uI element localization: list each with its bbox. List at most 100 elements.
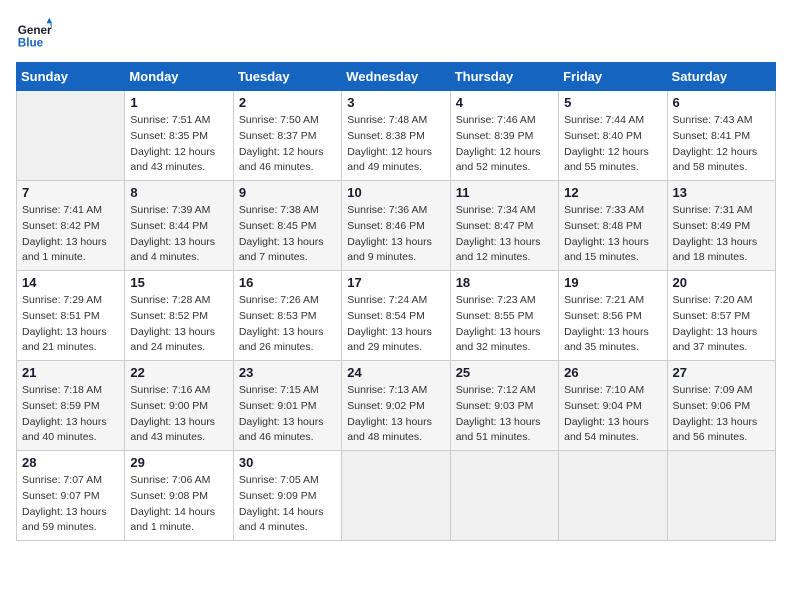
- day-number: 14: [22, 275, 119, 290]
- day-number: 1: [130, 95, 227, 110]
- day-number: 20: [673, 275, 770, 290]
- calendar-cell: [450, 451, 558, 541]
- day-info: Sunrise: 7:50 AM Sunset: 8:37 PM Dayligh…: [239, 113, 336, 176]
- day-number: 27: [673, 365, 770, 380]
- day-info: Sunrise: 7:24 AM Sunset: 8:54 PM Dayligh…: [347, 293, 444, 356]
- day-number: 6: [673, 95, 770, 110]
- calendar-cell: 1 Sunrise: 7:51 AM Sunset: 8:35 PM Daylig…: [125, 91, 233, 181]
- calendar-table: SundayMondayTuesdayWednesdayThursdayFrid…: [16, 62, 776, 541]
- calendar-cell: 15 Sunrise: 7:28 AM Sunset: 8:52 PM Dayli…: [125, 271, 233, 361]
- svg-text:Blue: Blue: [18, 37, 44, 50]
- day-number: 13: [673, 185, 770, 200]
- day-info: Sunrise: 7:23 AM Sunset: 8:55 PM Dayligh…: [456, 293, 553, 356]
- day-info: Sunrise: 7:48 AM Sunset: 8:38 PM Dayligh…: [347, 113, 444, 176]
- calendar-cell: 8 Sunrise: 7:39 AM Sunset: 8:44 PM Daylig…: [125, 181, 233, 271]
- calendar-cell: 3 Sunrise: 7:48 AM Sunset: 8:38 PM Daylig…: [342, 91, 450, 181]
- calendar-cell: 24 Sunrise: 7:13 AM Sunset: 9:02 PM Dayli…: [342, 361, 450, 451]
- day-info: Sunrise: 7:13 AM Sunset: 9:02 PM Dayligh…: [347, 383, 444, 446]
- calendar-cell: [559, 451, 667, 541]
- day-number: 30: [239, 455, 336, 470]
- calendar-header: SundayMondayTuesdayWednesdayThursdayFrid…: [17, 63, 776, 91]
- week-row-3: 14 Sunrise: 7:29 AM Sunset: 8:51 PM Dayli…: [17, 271, 776, 361]
- day-info: Sunrise: 7:39 AM Sunset: 8:44 PM Dayligh…: [130, 203, 227, 266]
- day-info: Sunrise: 7:20 AM Sunset: 8:57 PM Dayligh…: [673, 293, 770, 356]
- calendar-cell: 4Sunrise: 7:46 AM Sunset: 8:39 PM Daylig…: [450, 91, 558, 181]
- calendar-cell: 5 Sunrise: 7:44 AM Sunset: 8:40 PM Daylig…: [559, 91, 667, 181]
- day-number: 9: [239, 185, 336, 200]
- day-info: Sunrise: 7:33 AM Sunset: 8:48 PM Dayligh…: [564, 203, 661, 266]
- day-info: Sunrise: 7:51 AM Sunset: 8:35 PM Dayligh…: [130, 113, 227, 176]
- day-number: 25: [456, 365, 553, 380]
- page-header: General Blue: [16, 16, 776, 52]
- calendar-cell: 26Sunrise: 7:10 AM Sunset: 9:04 PM Dayli…: [559, 361, 667, 451]
- calendar-body: 1 Sunrise: 7:51 AM Sunset: 8:35 PM Daylig…: [17, 91, 776, 541]
- day-number: 19: [564, 275, 661, 290]
- calendar-cell: [17, 91, 125, 181]
- day-number: 5: [564, 95, 661, 110]
- header-day-thursday: Thursday: [450, 63, 558, 91]
- day-number: 21: [22, 365, 119, 380]
- day-number: 29: [130, 455, 227, 470]
- calendar-cell: 29 Sunrise: 7:06 AM Sunset: 9:08 PM Dayli…: [125, 451, 233, 541]
- day-info: Sunrise: 7:31 AM Sunset: 8:49 PM Dayligh…: [673, 203, 770, 266]
- day-info: Sunrise: 7:05 AM Sunset: 9:09 PM Dayligh…: [239, 473, 336, 536]
- week-row-1: 1 Sunrise: 7:51 AM Sunset: 8:35 PM Daylig…: [17, 91, 776, 181]
- calendar-cell: 27Sunrise: 7:09 AM Sunset: 9:06 PM Dayli…: [667, 361, 775, 451]
- day-number: 7: [22, 185, 119, 200]
- day-number: 15: [130, 275, 227, 290]
- calendar-cell: 28 Sunrise: 7:07 AM Sunset: 9:07 PM Dayli…: [17, 451, 125, 541]
- calendar-cell: 22Sunrise: 7:16 AM Sunset: 9:00 PM Dayli…: [125, 361, 233, 451]
- logo-icon: General Blue: [16, 16, 52, 52]
- day-info: Sunrise: 7:26 AM Sunset: 8:53 PM Dayligh…: [239, 293, 336, 356]
- day-number: 28: [22, 455, 119, 470]
- day-info: Sunrise: 7:18 AM Sunset: 8:59 PM Dayligh…: [22, 383, 119, 446]
- day-info: Sunrise: 7:29 AM Sunset: 8:51 PM Dayligh…: [22, 293, 119, 356]
- day-number: 26: [564, 365, 661, 380]
- day-info: Sunrise: 7:38 AM Sunset: 8:45 PM Dayligh…: [239, 203, 336, 266]
- day-info: Sunrise: 7:16 AM Sunset: 9:00 PM Dayligh…: [130, 383, 227, 446]
- calendar-cell: 16 Sunrise: 7:26 AM Sunset: 8:53 PM Dayli…: [233, 271, 341, 361]
- week-row-4: 21 Sunrise: 7:18 AM Sunset: 8:59 PM Dayli…: [17, 361, 776, 451]
- calendar-cell: 19 Sunrise: 7:21 AM Sunset: 8:56 PM Dayli…: [559, 271, 667, 361]
- day-number: 23: [239, 365, 336, 380]
- header-day-monday: Monday: [125, 63, 233, 91]
- day-info: Sunrise: 7:12 AM Sunset: 9:03 PM Dayligh…: [456, 383, 553, 446]
- calendar-cell: 23Sunrise: 7:15 AM Sunset: 9:01 PM Dayli…: [233, 361, 341, 451]
- calendar-cell: 21 Sunrise: 7:18 AM Sunset: 8:59 PM Dayli…: [17, 361, 125, 451]
- day-info: Sunrise: 7:43 AM Sunset: 8:41 PM Dayligh…: [673, 113, 770, 176]
- day-number: 11: [456, 185, 553, 200]
- header-day-saturday: Saturday: [667, 63, 775, 91]
- calendar-cell: [342, 451, 450, 541]
- header-day-friday: Friday: [559, 63, 667, 91]
- day-number: 2: [239, 95, 336, 110]
- day-number: 4: [456, 95, 553, 110]
- calendar-cell: [667, 451, 775, 541]
- day-number: 8: [130, 185, 227, 200]
- calendar-cell: 7 Sunrise: 7:41 AM Sunset: 8:42 PM Daylig…: [17, 181, 125, 271]
- day-info: Sunrise: 7:07 AM Sunset: 9:07 PM Dayligh…: [22, 473, 119, 536]
- day-info: Sunrise: 7:44 AM Sunset: 8:40 PM Dayligh…: [564, 113, 661, 176]
- day-info: Sunrise: 7:34 AM Sunset: 8:47 PM Dayligh…: [456, 203, 553, 266]
- day-number: 3: [347, 95, 444, 110]
- logo: General Blue: [16, 16, 52, 52]
- day-info: Sunrise: 7:06 AM Sunset: 9:08 PM Dayligh…: [130, 473, 227, 536]
- day-info: Sunrise: 7:41 AM Sunset: 8:42 PM Dayligh…: [22, 203, 119, 266]
- calendar-cell: 10 Sunrise: 7:36 AM Sunset: 8:46 PM Dayli…: [342, 181, 450, 271]
- calendar-cell: 2 Sunrise: 7:50 AM Sunset: 8:37 PM Daylig…: [233, 91, 341, 181]
- calendar-cell: 13 Sunrise: 7:31 AM Sunset: 8:49 PM Dayli…: [667, 181, 775, 271]
- header-row: SundayMondayTuesdayWednesdayThursdayFrid…: [17, 63, 776, 91]
- header-day-sunday: Sunday: [17, 63, 125, 91]
- day-number: 12: [564, 185, 661, 200]
- day-info: Sunrise: 7:21 AM Sunset: 8:56 PM Dayligh…: [564, 293, 661, 356]
- day-info: Sunrise: 7:28 AM Sunset: 8:52 PM Dayligh…: [130, 293, 227, 356]
- calendar-cell: 30 Sunrise: 7:05 AM Sunset: 9:09 PM Dayli…: [233, 451, 341, 541]
- day-number: 16: [239, 275, 336, 290]
- calendar-cell: 17Sunrise: 7:24 AM Sunset: 8:54 PM Dayli…: [342, 271, 450, 361]
- header-day-wednesday: Wednesday: [342, 63, 450, 91]
- week-row-2: 7 Sunrise: 7:41 AM Sunset: 8:42 PM Daylig…: [17, 181, 776, 271]
- calendar-cell: 25 Sunrise: 7:12 AM Sunset: 9:03 PM Dayli…: [450, 361, 558, 451]
- day-number: 18: [456, 275, 553, 290]
- day-number: 24: [347, 365, 444, 380]
- day-number: 10: [347, 185, 444, 200]
- day-info: Sunrise: 7:36 AM Sunset: 8:46 PM Dayligh…: [347, 203, 444, 266]
